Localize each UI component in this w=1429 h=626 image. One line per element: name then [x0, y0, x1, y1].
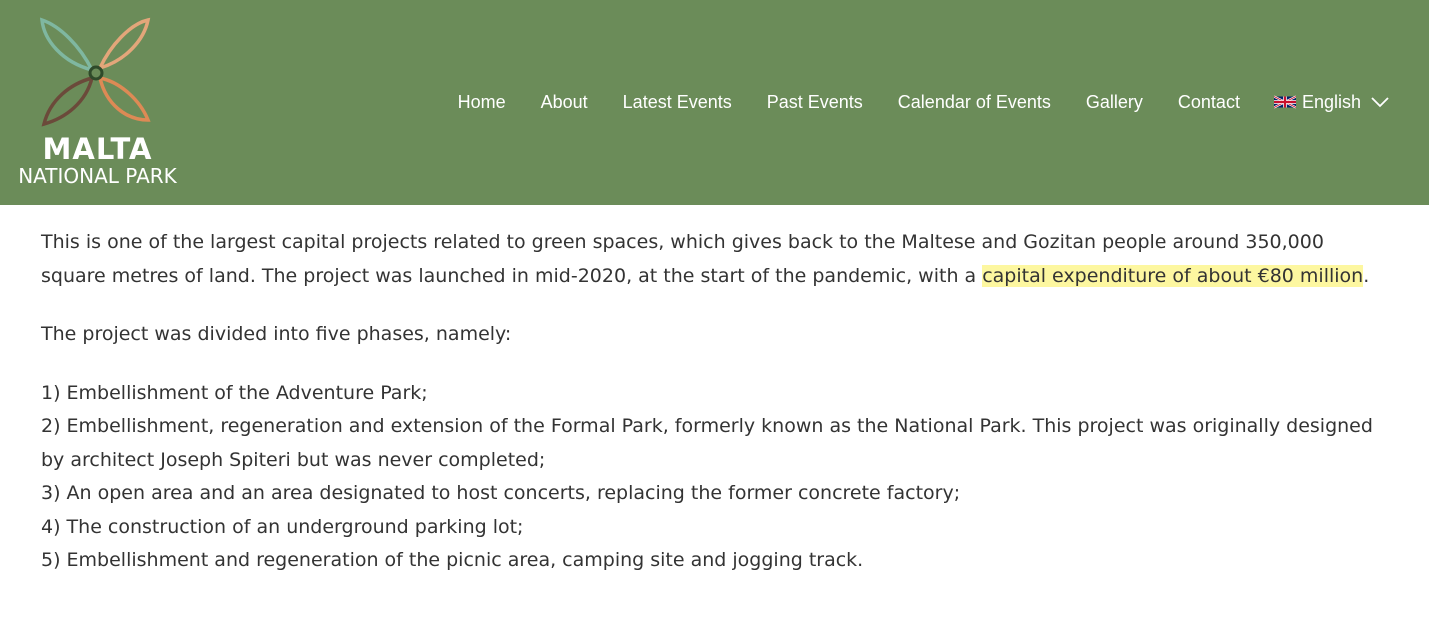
list-item: 2) Embellishment, regeneration and exten… [41, 415, 1373, 471]
nav-past-events[interactable]: Past Events [767, 92, 863, 113]
site-logo[interactable]: MALTA NATIONAL PARK [10, 12, 185, 197]
site-header: MALTA NATIONAL PARK Home About Latest Ev… [0, 0, 1429, 205]
phases-list: 1) Embellishment of the Adventure Park; … [41, 377, 1391, 578]
nav-calendar-of-events[interactable]: Calendar of Events [898, 92, 1051, 113]
intro-paragraph: This is one of the largest capital proje… [41, 226, 1391, 293]
phases-intro: The project was divided into five phases… [41, 323, 512, 345]
highlighted-text: capital expenditure of about €80 million [982, 264, 1364, 287]
language-label: English [1301, 91, 1361, 112]
article-content: This is one of the largest capital proje… [41, 226, 1391, 603]
list-item: 3) An open area and an area designated t… [41, 482, 961, 504]
flower-logo-icon [40, 17, 151, 127]
list-item: 5) Embellishment and regeneration of the… [41, 549, 864, 571]
main-navigation: Home About Latest Events Past Events Cal… [423, 88, 1389, 116]
intro-end: . [1363, 264, 1370, 287]
language-selector[interactable]: English [1273, 91, 1389, 113]
chevron-down-icon [1371, 97, 1389, 108]
nav-contact[interactable]: Contact [1178, 92, 1240, 113]
nav-about[interactable]: About [541, 92, 588, 113]
nav-gallery[interactable]: Gallery [1086, 92, 1143, 113]
uk-flag-icon [1273, 95, 1296, 109]
logo-title: MALTA [42, 132, 153, 166]
logo-subtitle: NATIONAL PARK [18, 164, 177, 188]
list-item: 4) The construction of an underground pa… [41, 515, 524, 538]
list-item: 1) Embellishment of the Adventure Park; [41, 381, 428, 404]
nav-home[interactable]: Home [458, 92, 506, 113]
nav-latest-events[interactable]: Latest Events [623, 92, 732, 113]
